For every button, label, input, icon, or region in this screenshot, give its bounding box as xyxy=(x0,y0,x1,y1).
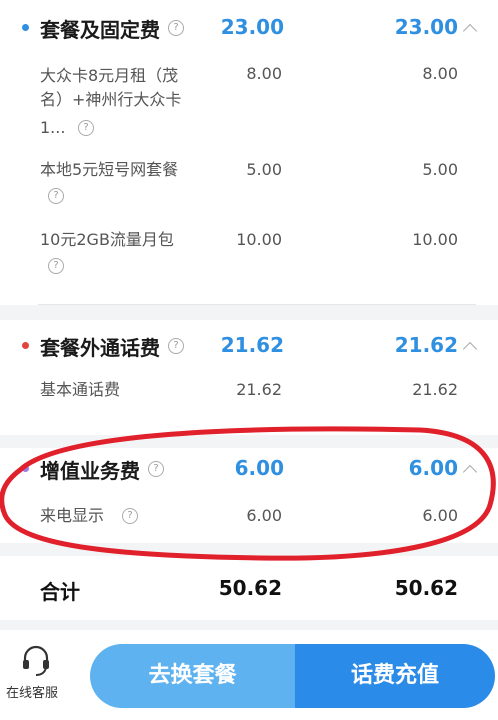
item-value-current: 6.00 xyxy=(246,506,282,525)
item-label-line: 名）+神州行大众卡 xyxy=(40,90,182,109)
customer-service-label[interactable]: 在线客服 xyxy=(6,682,58,701)
item-value-compare: 5.00 xyxy=(422,160,458,179)
item-label-line: 基本通话费 xyxy=(40,380,121,399)
chevron-up-icon[interactable] xyxy=(462,464,478,480)
item-label-line: 1... xyxy=(40,118,66,137)
divider xyxy=(38,304,476,305)
section-value-compare: 21.62 xyxy=(394,333,458,357)
recharge-button[interactable]: 话费充值 xyxy=(295,644,495,708)
action-button-group: 去换套餐 话费充值 xyxy=(90,644,495,708)
item-label-line: 本地5元短号网套餐 xyxy=(40,160,179,179)
section-value-compare: 6.00 xyxy=(408,456,458,480)
section-dot-blue xyxy=(22,24,29,31)
total-card: 合计 50.62 50.62 xyxy=(0,556,498,620)
headset-icon[interactable] xyxy=(20,644,52,678)
section-value-current: 23.00 xyxy=(220,15,284,39)
item-value-current: 21.62 xyxy=(236,380,282,399)
item-label-line: 10元2GB流量月包 xyxy=(40,230,174,249)
help-icon[interactable]: ? xyxy=(148,461,164,477)
bottom-action-bar: 在线客服 去换套餐 话费充值 xyxy=(0,630,498,720)
chevron-up-icon[interactable] xyxy=(462,341,478,357)
section-value-current: 21.62 xyxy=(220,333,284,357)
item-value-compare: 21.62 xyxy=(412,380,458,399)
item-value-current: 10.00 xyxy=(236,230,282,249)
help-icon[interactable]: ? xyxy=(122,508,138,524)
item-value-compare: 10.00 xyxy=(412,230,458,249)
total-label: 合计 xyxy=(40,580,80,604)
section-dot-red xyxy=(22,342,29,349)
section-card-extra-call-fees: 套餐外通话费 ? 21.62 21.62 基本通话费 21.62 21.62 xyxy=(0,320,498,435)
total-value-compare: 50.62 xyxy=(394,576,458,600)
help-icon[interactable]: ? xyxy=(48,188,64,204)
section-dot-purple xyxy=(22,465,29,472)
item-label-line: 来电显示 xyxy=(40,506,105,525)
section-value-compare: 23.00 xyxy=(394,15,458,39)
item-value-current: 8.00 xyxy=(246,64,282,83)
help-icon[interactable]: ? xyxy=(78,120,94,136)
section-title: 套餐及固定费 xyxy=(40,18,160,42)
item-value-compare: 6.00 xyxy=(422,506,458,525)
item-value-current: 5.00 xyxy=(246,160,282,179)
section-card-plan-fees: 套餐及固定费 ? 23.00 23.00 大众卡8元月租（茂 名）+神州行大众卡… xyxy=(0,0,498,305)
section-card-value-added-fees: 增值业务费 ? 6.00 6.00 来电显示 ? 6.00 6.00 xyxy=(0,448,498,543)
chevron-up-icon[interactable] xyxy=(462,23,478,39)
total-value-current: 50.62 xyxy=(218,576,282,600)
item-value-compare: 8.00 xyxy=(422,64,458,83)
help-icon[interactable]: ? xyxy=(48,258,64,274)
change-plan-button[interactable]: 去换套餐 xyxy=(90,644,295,708)
section-title: 套餐外通话费 xyxy=(40,336,160,360)
section-value-current: 6.00 xyxy=(234,456,284,480)
section-title: 增值业务费 xyxy=(40,459,140,483)
